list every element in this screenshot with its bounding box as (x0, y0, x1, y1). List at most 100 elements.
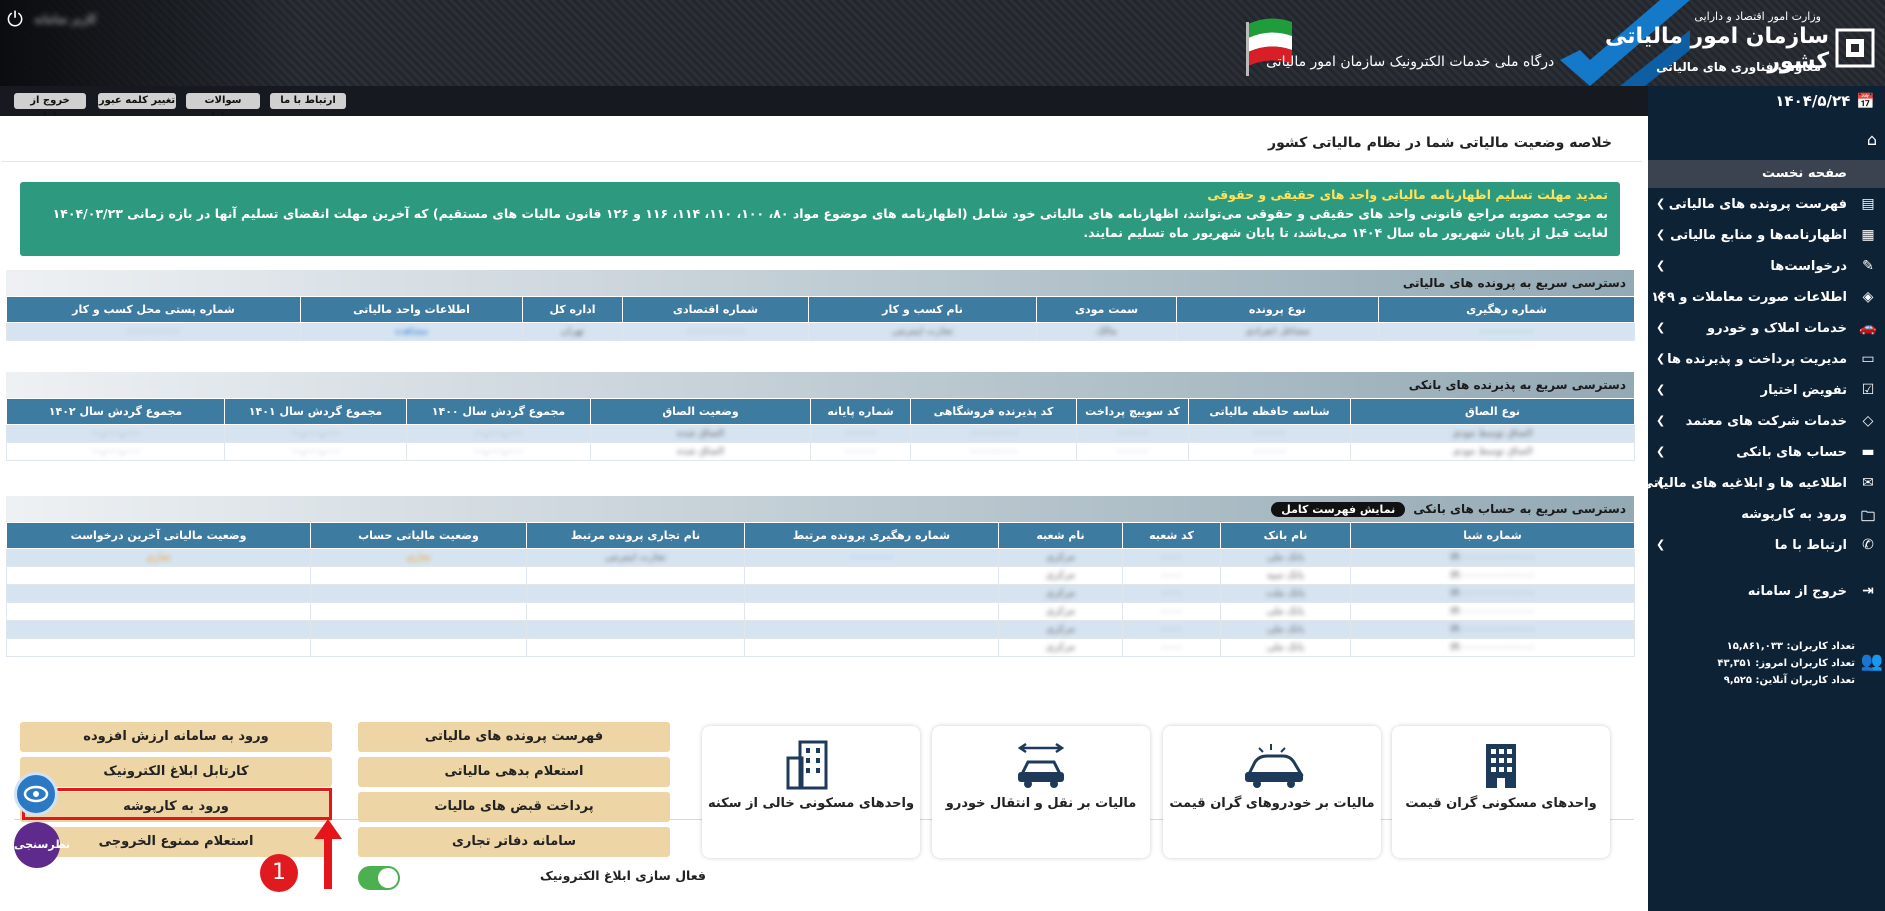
bank-card-icon: ▬ (1861, 444, 1875, 460)
sidebar-item-label: ارتباط با ما (1774, 538, 1847, 553)
tax-files-table: شماره رهگیری نوع پرونده سمت مودی نام کسب… (6, 296, 1635, 341)
table-cell: الصاق توسط مودی (1452, 428, 1533, 439)
chevron-left-icon: ❮ (1656, 259, 1666, 272)
column-header: کد سوییچ پرداخت (1076, 398, 1189, 425)
sidebar-item-label: مدیریت پرداخت و پذیرنده ها (1667, 352, 1847, 367)
table-cell[interactable]: ۰۰۰۰۰۰۰۰ (850, 552, 893, 563)
column-header: شناسه حافظه مالیاتی (1188, 398, 1351, 425)
table-cell[interactable]: مشاهده (395, 326, 428, 337)
pos-section: دسترسی سریع به پذیرنده های بانکی نوع الص… (6, 372, 1635, 461)
table-cell: ۰۰,۰۰۰,۰۰۰ (90, 428, 141, 439)
arrow-up-icon (314, 819, 342, 889)
logout-icon: ⇥ (1862, 583, 1874, 599)
column-header: وضعیت الصاق (590, 398, 811, 425)
sidebar-item-notices[interactable]: ❮ اطلاعیه ها و ابلاغیه های مالیاتی ✉ (1641, 470, 1885, 498)
table-row[interactable]: IR۰۰۰۰۰۰۰۰۰۰۰۰۰۰ بانک ملی ۰۰۰۰ مرکزی (6, 638, 1635, 657)
survey-button[interactable]: نظرسنجی (14, 822, 70, 868)
column-header: کد شعبه (1122, 522, 1221, 549)
sidebar-item-property-car[interactable]: ❮ خدمات املاک و خودرو 🚗 (1648, 315, 1885, 343)
sidebar-item-requests[interactable]: ❮ درخواست‌ها ✎ (1648, 253, 1885, 281)
table-cell: مرکزی (1046, 570, 1075, 581)
sidebar-item-tax-files[interactable]: ❮ فهرست پرونده های مالیاتی ▤ (1648, 191, 1885, 219)
calendar-icon: 📅 (1856, 92, 1875, 110)
vat-system-button[interactable]: ورود به سامانه ارزش افزوده (20, 722, 332, 752)
table-row[interactable]: IR۰۰۰۰۰۰۰۰۰۰۰۰۰۰ بانک سپه ۰۰۰۰ مرکزی (6, 566, 1635, 585)
tax-files-list-button[interactable]: فهرست پرونده های مالیاتی (358, 722, 670, 752)
tile-empty-housing[interactable]: واحدهای مسکونی خالی از سکنه (702, 726, 920, 858)
sidebar-item-contact[interactable]: ❮ ارتباط با ما ✆ (1648, 532, 1885, 560)
exit-button[interactable]: خروج از سامانه (14, 93, 86, 122)
notice-body: به موجب مصوبه مراجع قانونی واحد های حقیق… (52, 206, 1608, 240)
table-cell: ۰۰۰۰۰۰ (1253, 446, 1286, 457)
column-header: شماره شبا (1350, 522, 1635, 549)
top-toolbar: خروج از سامانه تغییر کلمه عبور سوالات مت… (0, 86, 1648, 122)
table-row[interactable]: الصاق توسط مودی ۰۰۰۰۰۰ ۰۰۰۰۰۰ ۰۰۰۰۰۰۰۰۰ … (6, 424, 1635, 443)
sidebar-item-label: اطلاعات صورت معاملات و ۱۶۹ مکرر (1615, 290, 1847, 305)
e-notice-toggle-label: فعال سازی ابلاغ الکترونیک (540, 868, 706, 883)
org-logo[interactable]: وزارت امور اقتصاد و دارایی سازمان امور م… (1591, 8, 1881, 78)
column-header: نام شعبه (998, 522, 1123, 549)
table-cell: IR۰۰۰۰۰۰۰۰۰۰۰۰۰۰ (1449, 642, 1536, 653)
home-icon[interactable]: ⌂ (1867, 130, 1877, 149)
power-icon[interactable]: ⏻ (4, 8, 26, 30)
table-row[interactable]: ۰۰۰۰۰۰۰۰۰۰ مشاغل انفرادی مالک تجارت اینت… (6, 322, 1635, 341)
column-header: سمت مودی (1036, 296, 1177, 323)
pay-tax-bills-button[interactable]: پرداخت قبض های مالیات (358, 792, 670, 822)
chevron-left-icon: ❮ (1656, 228, 1666, 241)
sidebar-item-trusted-companies[interactable]: ❮ خدمات شرکت های معتمد ◇ (1648, 408, 1885, 436)
sidebar-item-transactions[interactable]: ❮اطلاعات صورت معاملات و ۱۶۹ مکرر◈ (1615, 284, 1885, 312)
accounts-title: دسترسی سریع به حساب های بانکی (1413, 502, 1626, 516)
contact-button[interactable]: ارتباط با ما (270, 93, 346, 109)
tile-luxury-housing[interactable]: واحدهای مسکونی گران قیمت (1392, 726, 1610, 858)
change-password-button[interactable]: تغییر کلمه عبور (98, 93, 176, 109)
table-row[interactable]: IR۰۰۰۰۰۰۰۰۰۰۰۰۰۰ بانک ملت ۰۰۰۰ مرکزی (6, 584, 1635, 603)
debt-inquiry-button[interactable]: استعلام بدهی مالیاتی (358, 757, 670, 787)
accessibility-eye-icon[interactable] (14, 772, 58, 816)
table-cell: بانک ملی (1266, 642, 1305, 653)
pos-table: نوع الصاق شناسه حافظه مالیاتی کد سوییچ پ… (6, 398, 1635, 461)
column-header: نام کسب و کار (808, 296, 1037, 323)
table-cell: ۰۰۰۰۰۰۰۰۰۰۰ (685, 326, 746, 337)
table-cell[interactable]: ۰۰۰۰۰۰۰۰۰۰ (1480, 326, 1534, 337)
folder-open-icon: 🗀 (1861, 509, 1875, 525)
accounts-section: دسترسی سریع به حساب های بانکی نمایش فهرست… (6, 496, 1635, 657)
table-cell: بانک سپه (1266, 570, 1305, 581)
tile-luxury-cars[interactable]: مالیات بر خودروهای گران قیمت (1163, 726, 1381, 858)
sidebar-item-label: خدمات شرکت های معتمد (1685, 414, 1847, 429)
toggle-knob (378, 868, 398, 888)
table-cell: تجارت اینترنتی (605, 552, 666, 563)
table-row[interactable]: IR۰۰۰۰۰۰۰۰۰۰۰۰۰۰ بانک ملی ۰۰۰۰ مرکزی ۰۰۰… (6, 548, 1635, 567)
tile-car-transfer[interactable]: مالیات بر نقل و انتقال خودرو (932, 726, 1150, 858)
sidebar-item-bank-accounts[interactable]: ❮ حساب های بانکی ▬ (1648, 439, 1885, 467)
sidebar-item-payments[interactable]: ❮ مدیریت پرداخت و پذیرنده ها ▭ (1648, 346, 1885, 374)
sidebar-item-exit[interactable]: خروج از سامانه ⇥ (1648, 578, 1885, 606)
table-row[interactable]: IR۰۰۰۰۰۰۰۰۰۰۰۰۰۰ بانک ملی ۰۰۰۰ مرکزی (6, 620, 1635, 639)
sidebar-item-label: خروج از سامانه (1747, 584, 1847, 599)
empty-building-icon (786, 740, 828, 790)
sidebar-item-home[interactable]: صفحه نخست (1648, 160, 1885, 188)
table-cell: ۰۰۰۰ (1160, 570, 1183, 581)
sidebar-item-delegation[interactable]: ❮ تفویض اختیار ☑ (1648, 377, 1885, 405)
table-cell: مشاغل انفرادی (1245, 326, 1310, 337)
table-cell: بانک ملت (1265, 588, 1306, 599)
table-cell: IR۰۰۰۰۰۰۰۰۰۰۰۰۰۰ (1449, 606, 1536, 617)
e-notice-kartable-button[interactable]: کارتابل ابلاغ الکترونیک (20, 757, 332, 787)
chevron-left-icon: ❮ (1656, 321, 1666, 334)
table-cell: IR۰۰۰۰۰۰۰۰۰۰۰۰۰۰ (1449, 570, 1536, 581)
portal-title: درگاه ملی خدمات الکترونیک سازمان امور ما… (1266, 54, 1555, 70)
table-row[interactable]: الصاق توسط مودی ۰۰۰۰۰۰ ۰۰۰۰۰۰ ۰۰۰۰۰۰۰۰۰ … (6, 442, 1635, 461)
tax-files-title: دسترسی سریع به پرونده های مالیاتی (6, 270, 1634, 296)
sidebar-item-label: اظهارنامه‌ها و منابع مالیاتی (1670, 228, 1847, 243)
commercial-books-button[interactable]: سامانه دفاتر تجاری (358, 827, 670, 857)
table-cell: ۰۰۰۰۰۰ (1116, 446, 1149, 457)
sidebar-item-kartable[interactable]: ورود به کارپوشه 🗀 (1648, 501, 1885, 529)
table-row[interactable]: IR۰۰۰۰۰۰۰۰۰۰۰۰۰۰ بانک ملی ۰۰۰۰ مرکزی (6, 602, 1635, 621)
column-header: وضعیت مالیاتی حساب (310, 522, 527, 549)
e-notice-toggle[interactable] (358, 866, 400, 890)
show-full-list-button[interactable]: نمایش فهرست کامل (1271, 502, 1406, 517)
faq-button[interactable]: سوالات متداول (186, 93, 260, 122)
chevron-left-icon: ❮ (1656, 414, 1666, 427)
sidebar-item-label: تفویض اختیار (1760, 383, 1847, 398)
column-header: نوع پرونده (1176, 296, 1379, 323)
sidebar-item-declarations[interactable]: ❮ اظهارنامه‌ها و منابع مالیاتی ▦ (1648, 222, 1885, 250)
